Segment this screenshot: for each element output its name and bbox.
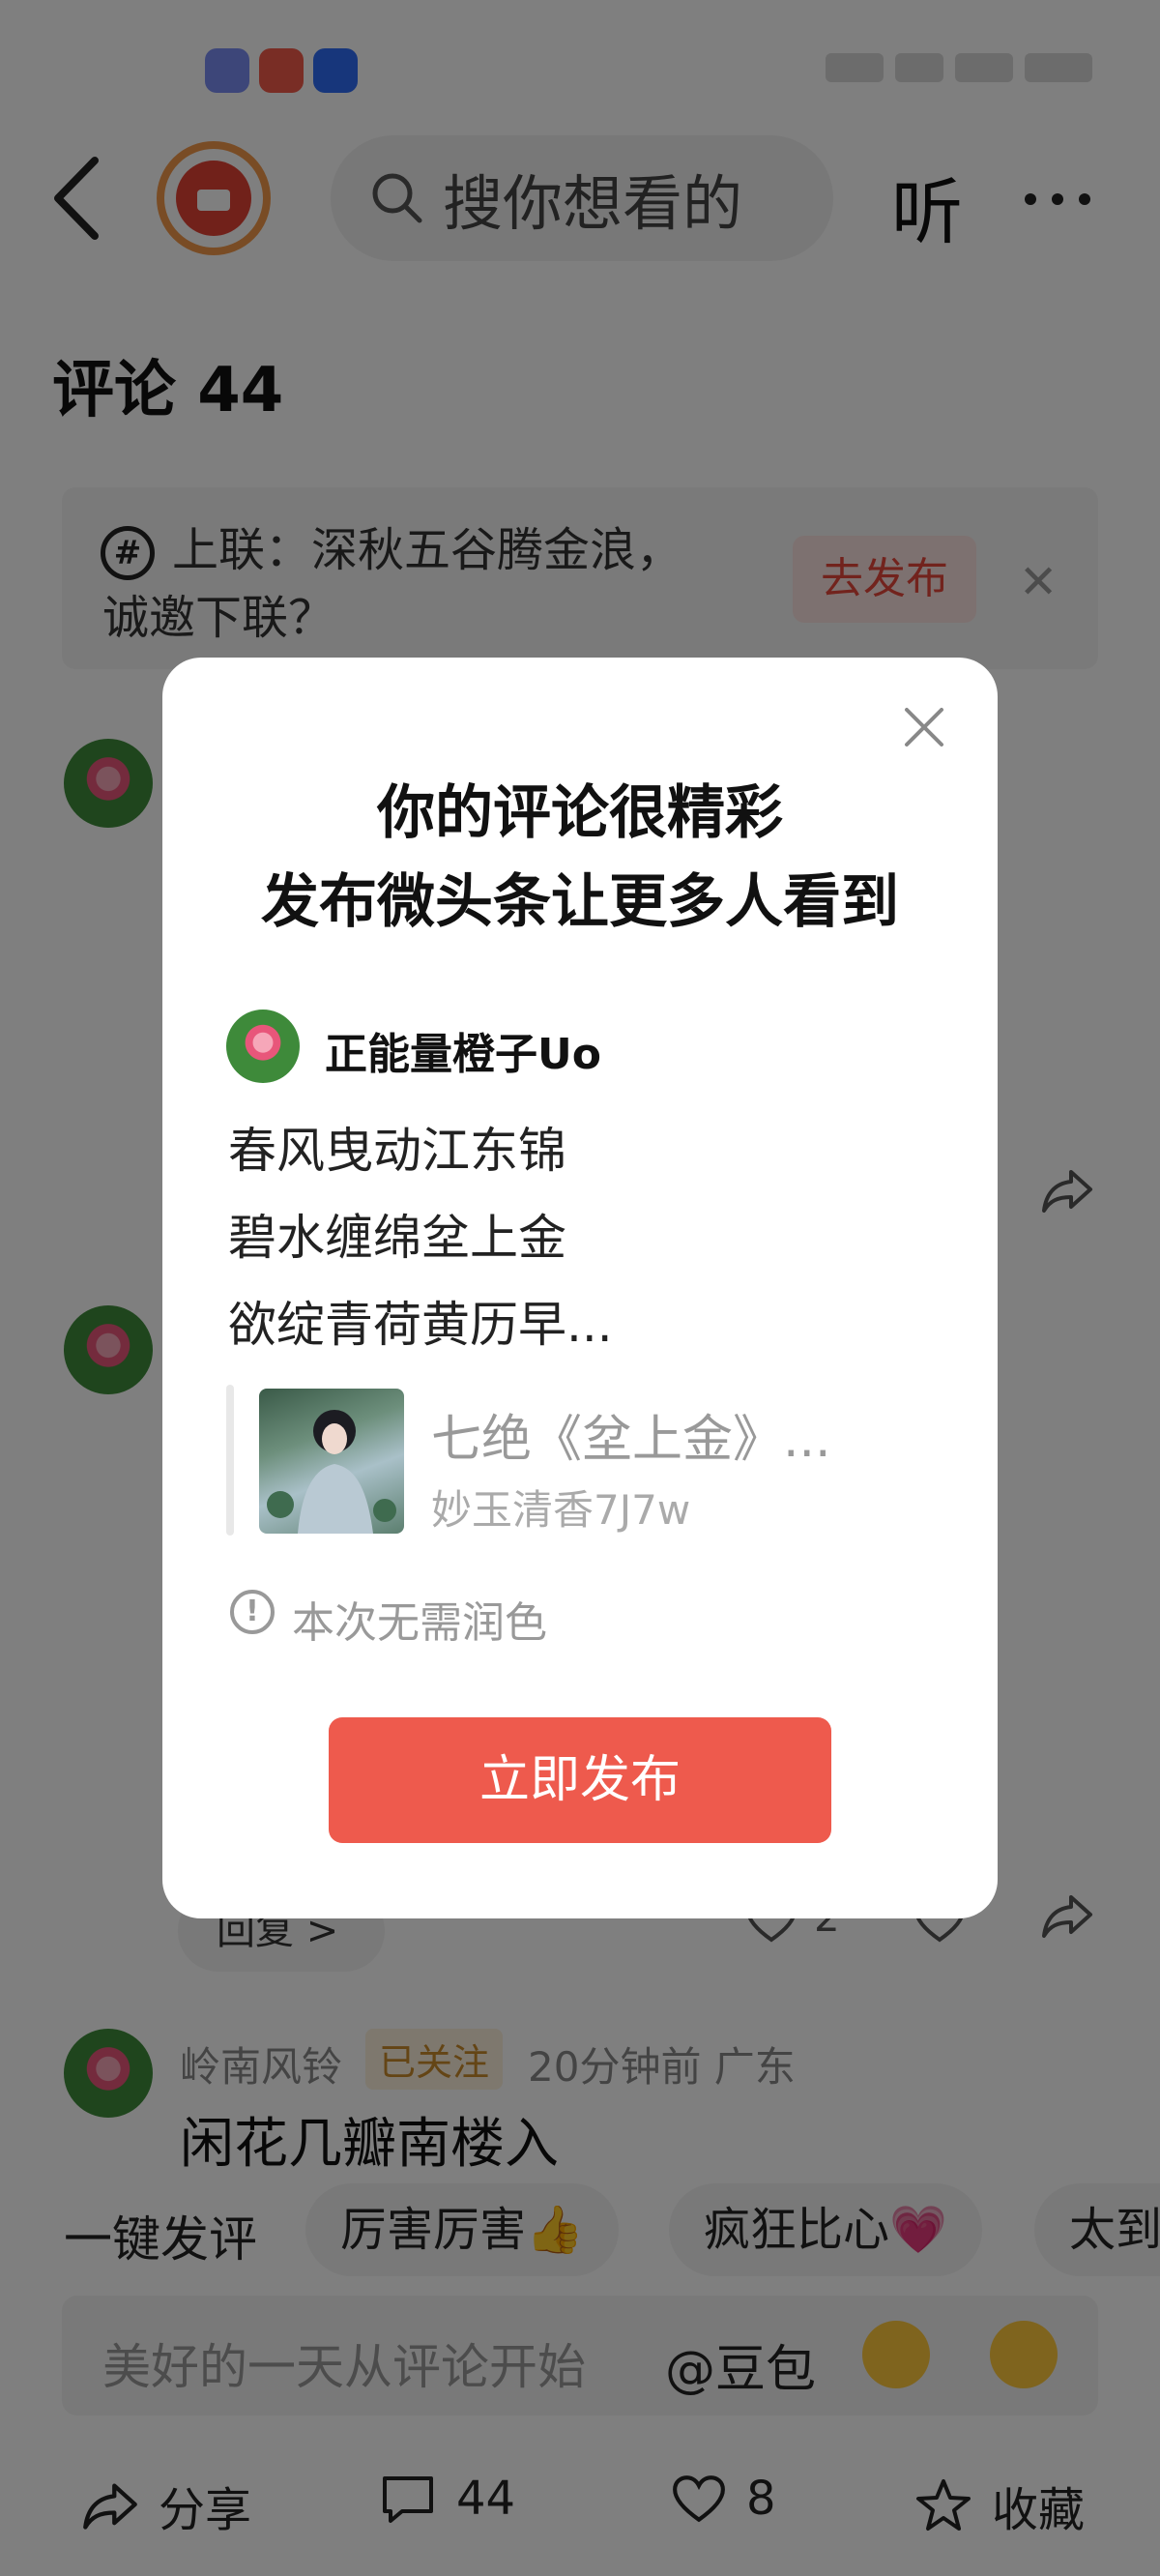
modal-close-icon[interactable] (901, 704, 947, 750)
polish-note: 本次无需润色 (292, 1598, 547, 1648)
quote-bar (226, 1385, 234, 1536)
info-icon: ! (230, 1590, 275, 1634)
comment-line: 春风曳动江东锦 (228, 1123, 566, 1179)
user-avatar (226, 1010, 300, 1083)
modal-title-line1: 你的评论很精彩 (377, 779, 783, 847)
comment-line: 欲绽青荷黄历早... (228, 1297, 613, 1353)
publish-now-button[interactable]: 立即发布 (329, 1717, 831, 1843)
quoted-post-title: 七绝《坌上金》... (431, 1411, 831, 1469)
modal-username: 正能量橙子Uo (325, 1030, 601, 1079)
comment-line: 碧水缠绵坌上金 (228, 1210, 566, 1266)
modal-title-line2: 发布微头条让更多人看到 (261, 868, 899, 936)
quoted-post-author: 妙玉清香7J7w (431, 1486, 691, 1534)
quoted-post-thumbnail (259, 1389, 404, 1534)
